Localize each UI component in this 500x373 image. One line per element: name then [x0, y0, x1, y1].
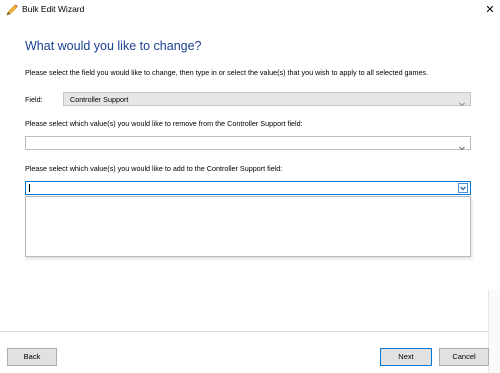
chevron-down-icon — [458, 95, 466, 107]
back-button[interactable]: Back — [7, 348, 57, 366]
close-button[interactable]: ✕ — [480, 0, 500, 20]
add-values-dropdown-list[interactable] — [25, 196, 471, 257]
title-bar: Bulk Edit Wizard ✕ — [0, 0, 500, 22]
dropdown-toggle-button[interactable] — [458, 183, 468, 193]
window-title: Bulk Edit Wizard — [22, 4, 85, 14]
chevron-down-icon[interactable] — [458, 139, 466, 151]
text-caret — [29, 184, 30, 192]
field-select[interactable]: Controller Support — [63, 92, 471, 107]
page-heading: What would you like to change? — [25, 39, 202, 53]
window-edge — [488, 290, 500, 373]
cancel-button[interactable]: Cancel — [439, 348, 489, 366]
instruction-text: Please select the field you would like t… — [25, 68, 429, 77]
bottom-divider — [0, 331, 488, 332]
next-button[interactable]: Next — [380, 348, 432, 366]
field-label: Field: — [25, 95, 43, 104]
bulk-edit-wizard-window: Bulk Edit Wizard ✕ What would you like t… — [0, 0, 500, 373]
field-select-value: Controller Support — [70, 95, 129, 104]
pencil-icon — [5, 3, 19, 17]
add-values-label: Please select which value(s) you would l… — [25, 164, 283, 173]
add-values-combobox[interactable] — [25, 181, 471, 195]
remove-values-combobox[interactable] — [25, 136, 471, 151]
remove-values-label: Please select which value(s) you would l… — [25, 119, 303, 128]
